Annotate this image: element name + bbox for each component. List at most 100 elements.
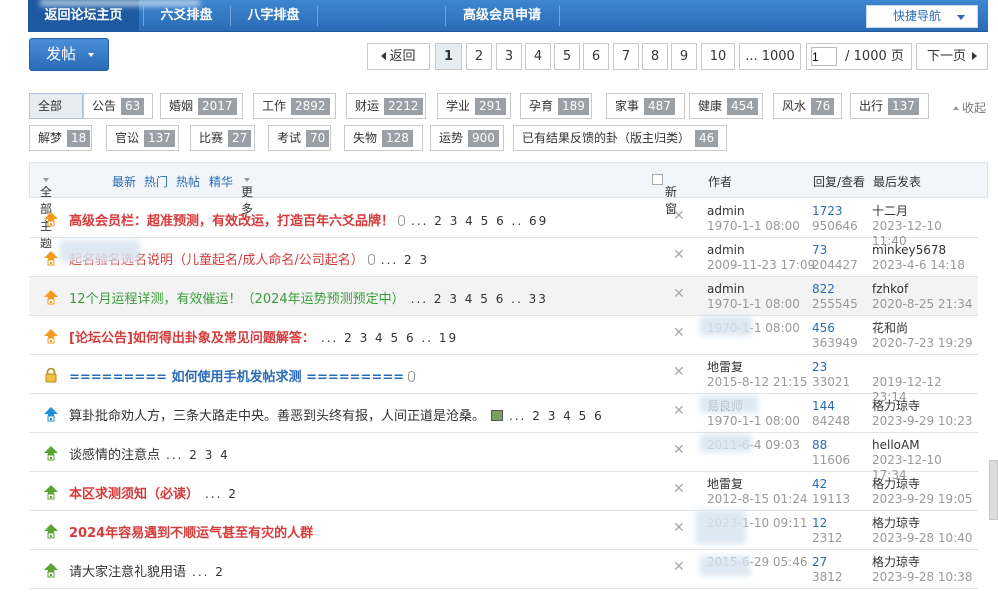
- filter-digest[interactable]: 精华: [209, 173, 233, 190]
- thread-pinned-icon: [43, 562, 59, 578]
- close-icon[interactable]: ✕: [673, 286, 685, 302]
- scrollbar-thumb[interactable]: [989, 460, 998, 520]
- thread-pages[interactable]: ... 2 3: [381, 253, 429, 267]
- quick-nav-dropdown[interactable]: 快捷导航: [866, 5, 978, 28]
- last-post-user[interactable]: [872, 360, 978, 375]
- thread-pages[interactable]: ... 2 3 4: [166, 448, 230, 462]
- new-window-checkbox[interactable]: [652, 174, 663, 185]
- type-filter-3[interactable]: 工作 2892: [253, 93, 336, 119]
- last-post-user[interactable]: 十二月: [872, 204, 978, 219]
- thread-title-link[interactable]: 12个月运程详测，有效催运！（2024年运势预测预定中）: [69, 292, 405, 307]
- type-filter-9[interactable]: 风水 76: [773, 93, 842, 119]
- last-post-user[interactable]: 花和尚: [872, 321, 973, 336]
- thread-pages[interactable]: ... 2 3 4 5 6 .. 19: [321, 331, 458, 345]
- last-post-user[interactable]: 格力琼寺: [872, 555, 973, 570]
- last-post-user[interactable]: 格力琼寺: [872, 477, 973, 492]
- pager-next-button[interactable]: 下一页: [916, 43, 988, 70]
- new-window-toggle[interactable]: 新窗: [652, 173, 677, 216]
- type-filter-15[interactable]: 失物 128: [344, 125, 423, 151]
- collapse-filters-link[interactable]: 收起: [953, 99, 986, 116]
- thread-title-wrap: 12个月运程详测，有效催运！（2024年运势预测预定中） ... 2 3 4 5 …: [69, 288, 548, 307]
- last-post-time[interactable]: 2023-9-29 19:05: [872, 492, 973, 507]
- close-icon[interactable]: ✕: [673, 364, 685, 380]
- type-filter-7[interactable]: 家事 487: [606, 93, 685, 119]
- filter-all-topics[interactable]: 全部主题: [40, 173, 52, 250]
- close-icon[interactable]: ✕: [673, 247, 685, 263]
- type-filter-11[interactable]: 解梦 18: [29, 125, 92, 151]
- filter-more[interactable]: 更多: [241, 173, 253, 216]
- close-icon[interactable]: ✕: [673, 325, 685, 341]
- type-filter-10[interactable]: 出行 137: [850, 93, 929, 119]
- thread-title-link[interactable]: ========= 如何使用手机发帖求测 =========: [69, 370, 404, 385]
- thread-author: admin 1970-1-1 08:00: [707, 204, 800, 234]
- thread-pages[interactable]: ... 2 3 4 5 6 .. 33: [411, 292, 548, 306]
- last-post-user[interactable]: minkey5678: [872, 243, 965, 258]
- type-filter-0[interactable]: 全部: [29, 93, 83, 119]
- thread-title-link[interactable]: 本区求测须知（必读）: [69, 487, 199, 502]
- filter-hot[interactable]: 热门: [144, 173, 168, 190]
- filter-hot-posts[interactable]: 热帖: [176, 173, 200, 190]
- last-post-time[interactable]: 2023-9-28 10:40: [872, 531, 973, 546]
- thread-pages[interactable]: ... 2 3 4 5 6 .. 69: [411, 214, 548, 228]
- last-post-time[interactable]: 2023-4-6 14:18: [872, 258, 965, 273]
- last-post-time[interactable]: 2020-8-25 21:34: [872, 297, 973, 312]
- pager-page-7[interactable]: 7: [613, 43, 639, 70]
- pager-page-3[interactable]: 3: [496, 43, 522, 70]
- pager-page-10[interactable]: 10: [701, 43, 735, 70]
- author-link[interactable]: admin: [707, 204, 745, 218]
- thread-title-link[interactable]: 算卦批命劝人方，三条大路走中央。善恶到头终有报，人间正道是沧桑。: [69, 409, 485, 424]
- close-icon[interactable]: ✕: [673, 208, 685, 224]
- type-filter-17[interactable]: 已有结果反馈的卦（版主归类） 46: [513, 125, 727, 151]
- pager-last-page[interactable]: ... 1000: [739, 43, 801, 70]
- view-count: 2312: [812, 531, 843, 545]
- type-filter-14[interactable]: 考试 70: [268, 125, 331, 151]
- pager-page-5[interactable]: 5: [554, 43, 580, 70]
- thread-title-link[interactable]: [论坛公告]如何得出卦象及常见问题解答：: [69, 331, 315, 346]
- last-post-user[interactable]: fzhkof: [872, 282, 973, 297]
- type-filter-8[interactable]: 健康 454: [689, 93, 763, 119]
- pager-page-6[interactable]: 6: [583, 43, 609, 70]
- thread-author: admin 1970-1-1 08:00: [707, 282, 800, 312]
- thread-title-link[interactable]: 高级会员栏：超准预测，有效改运，打造百年六爻品牌！: [69, 214, 394, 229]
- type-filter-12[interactable]: 官讼 137: [106, 125, 179, 151]
- thread-title-link[interactable]: 请大家注意礼貌用语: [69, 565, 186, 580]
- thread-pages[interactable]: ... 2: [192, 565, 225, 579]
- thread-pages[interactable]: ... 2: [205, 487, 238, 501]
- close-icon[interactable]: ✕: [673, 559, 685, 575]
- page-jump-input[interactable]: [811, 47, 837, 66]
- new-post-button[interactable]: 发帖: [29, 38, 109, 71]
- nav-bazi[interactable]: 八字排盘: [231, 0, 316, 32]
- close-icon[interactable]: ✕: [673, 520, 685, 536]
- thread-title-link[interactable]: 谈感情的注意点: [69, 448, 160, 463]
- nav-vip-apply[interactable]: 高级会员申请: [446, 0, 558, 32]
- type-filter-13[interactable]: 比赛 27: [190, 125, 255, 151]
- pager-page-8[interactable]: 8: [642, 43, 668, 70]
- type-filter-6[interactable]: 孕育 189: [520, 93, 592, 119]
- close-icon[interactable]: ✕: [673, 442, 685, 458]
- last-post-time[interactable]: 2023-9-29 10:23: [872, 414, 973, 429]
- thread-title-link[interactable]: 2024年容易遇到不顺运气甚至有灾的人群: [69, 526, 313, 541]
- author-link[interactable]: admin: [707, 243, 745, 257]
- close-icon[interactable]: ✕: [673, 481, 685, 497]
- last-post-time[interactable]: 2023-9-28 10:38: [872, 570, 973, 585]
- author-link[interactable]: admin: [707, 282, 745, 296]
- pager-page-2[interactable]: 2: [466, 43, 492, 70]
- type-filter-1[interactable]: 公告 63: [83, 93, 153, 119]
- type-filter-16[interactable]: 运势 900: [430, 125, 504, 151]
- pager-page-1[interactable]: 1: [435, 43, 462, 70]
- pager-page-4[interactable]: 4: [525, 43, 551, 70]
- author-link[interactable]: 地雷复: [707, 477, 743, 491]
- close-icon[interactable]: ✕: [673, 403, 685, 419]
- pager-prev-button[interactable]: 返回: [367, 43, 430, 70]
- filter-latest[interactable]: 最新: [112, 173, 136, 190]
- thread-pages[interactable]: ... 2 3 4 5 6: [509, 409, 604, 423]
- last-post-time[interactable]: 2020-7-23 19:29: [872, 336, 973, 351]
- pager-page-9[interactable]: 9: [671, 43, 697, 70]
- type-filter-4[interactable]: 财运 2212: [346, 93, 426, 119]
- last-post-user[interactable]: 格力琼寺: [872, 516, 973, 531]
- last-post-user[interactable]: helloAM: [872, 438, 978, 453]
- type-filter-2[interactable]: 婚姻 2017: [160, 93, 243, 119]
- last-post-user[interactable]: 格力琼寺: [872, 399, 973, 414]
- type-filter-5[interactable]: 学业 291: [437, 93, 511, 119]
- author-link[interactable]: 地雷复: [707, 360, 743, 374]
